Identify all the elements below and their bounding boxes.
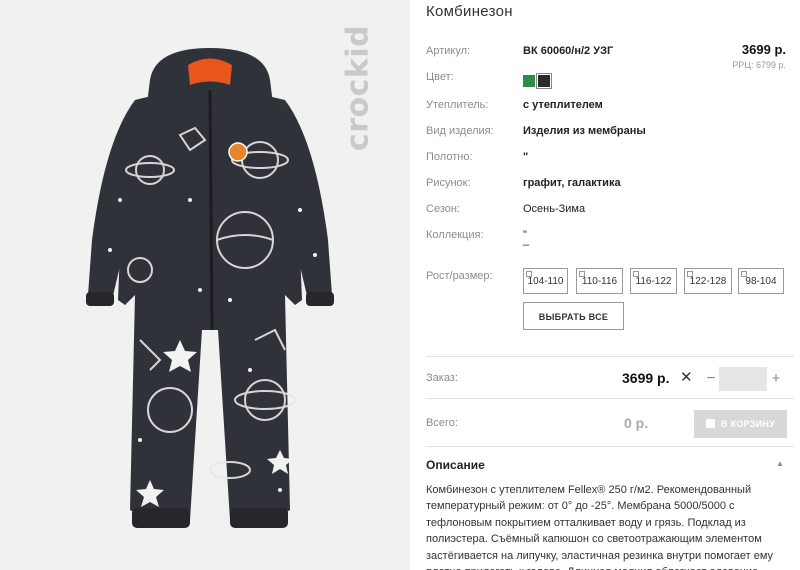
checkbox-icon bbox=[526, 271, 532, 277]
add-to-cart-button[interactable]: В КОРЗИНУ bbox=[694, 410, 787, 438]
attr-row-insulation: Утеплитель: с утеплителем bbox=[426, 99, 794, 119]
size-option-122-128[interactable]: 122-128 bbox=[684, 268, 732, 294]
description-title: Описание bbox=[426, 458, 485, 472]
order-price: 3699 р. bbox=[622, 370, 670, 386]
color-swatch-green[interactable] bbox=[523, 75, 535, 87]
divider bbox=[426, 446, 794, 447]
attr-value-pattern: графит, галактика bbox=[523, 177, 621, 189]
attr-row-fabric: Полотно: " bbox=[426, 151, 794, 171]
attr-label-season: Сезон: bbox=[426, 203, 460, 215]
product-image-panel: crockid bbox=[0, 0, 410, 570]
attr-label-fabric: Полотно: bbox=[426, 151, 473, 163]
checkbox-icon bbox=[687, 271, 693, 277]
attr-value-season: Осень-Зима bbox=[523, 203, 586, 215]
attr-label-color: Цвет: bbox=[426, 71, 454, 83]
description-text: Комбинезон с утеплителем Fellex® 250 г/м… bbox=[426, 484, 774, 570]
attr-value-item-type: Изделия из мембраны bbox=[523, 125, 646, 137]
size-option-label: 98-104 bbox=[745, 276, 777, 287]
size-option-label: 110-116 bbox=[581, 276, 618, 287]
product-details: Комбинезон 3699 р. РРЦ: 6799 р. Артикул:… bbox=[426, 0, 794, 570]
checkbox-icon bbox=[579, 271, 585, 277]
size-label: Рост/размер: bbox=[426, 270, 493, 282]
attr-label-article: Артикул: bbox=[426, 45, 471, 57]
quantity-input[interactable] bbox=[719, 367, 767, 391]
size-option-label: 122-128 bbox=[689, 276, 727, 287]
attr-row-article: Артикул: ВК 60060/н/2 УЗГ bbox=[426, 45, 794, 65]
divider bbox=[426, 398, 794, 399]
attr-row-pattern: Рисунок: графит, галактика bbox=[426, 177, 794, 197]
total-label: Всего: bbox=[426, 417, 458, 429]
attr-label-item-type: Вид изделия: bbox=[426, 125, 494, 137]
attr-value-collection-extra: – bbox=[523, 239, 530, 251]
attr-label-insulation: Утеплитель: bbox=[426, 99, 489, 111]
add-to-cart-label: В КОРЗИНУ bbox=[720, 419, 776, 429]
attr-label-pattern: Рисунок: bbox=[426, 177, 471, 189]
remove-icon[interactable]: ✕ bbox=[680, 368, 693, 386]
size-option-98-104[interactable]: 98-104 bbox=[738, 268, 784, 294]
product-title: Комбинезон bbox=[426, 3, 513, 20]
attr-row-collection-extra: – bbox=[426, 239, 794, 259]
cart-icon bbox=[705, 419, 715, 428]
select-all-button[interactable]: ВЫБРАТЬ ВСЕ bbox=[523, 302, 624, 330]
attr-value-fabric: " bbox=[523, 151, 529, 163]
attr-row-season: Сезон: Осень-Зима bbox=[426, 203, 794, 223]
color-swatch-graphite[interactable] bbox=[536, 73, 552, 89]
collapse-caret-icon[interactable]: ▲ bbox=[776, 459, 784, 468]
checkbox-icon bbox=[633, 271, 639, 277]
attr-row-item-type: Вид изделия: Изделия из мембраны bbox=[426, 125, 794, 145]
size-option-116-122[interactable]: 116-122 bbox=[630, 268, 677, 294]
quantity-increase-button[interactable]: + bbox=[769, 366, 783, 392]
order-label: Заказ: bbox=[426, 372, 458, 384]
quantity-decrease-button[interactable]: − bbox=[704, 366, 718, 392]
total-price: 0 р. bbox=[624, 415, 649, 431]
product-photo[interactable] bbox=[80, 40, 340, 570]
size-option-104-110[interactable]: 104-110 bbox=[523, 268, 568, 294]
divider bbox=[426, 356, 794, 357]
attr-value-insulation: с утеплителем bbox=[523, 99, 603, 111]
checkbox-icon bbox=[741, 271, 747, 277]
brand-logo-text: crockid bbox=[340, 24, 376, 152]
attr-row-color: Цвет: bbox=[426, 71, 794, 91]
attr-value-article: ВК 60060/н/2 УЗГ bbox=[523, 45, 614, 57]
size-option-label: 104-110 bbox=[527, 276, 564, 287]
size-option-110-116[interactable]: 110-116 bbox=[576, 268, 623, 294]
size-option-label: 116-122 bbox=[635, 276, 672, 287]
